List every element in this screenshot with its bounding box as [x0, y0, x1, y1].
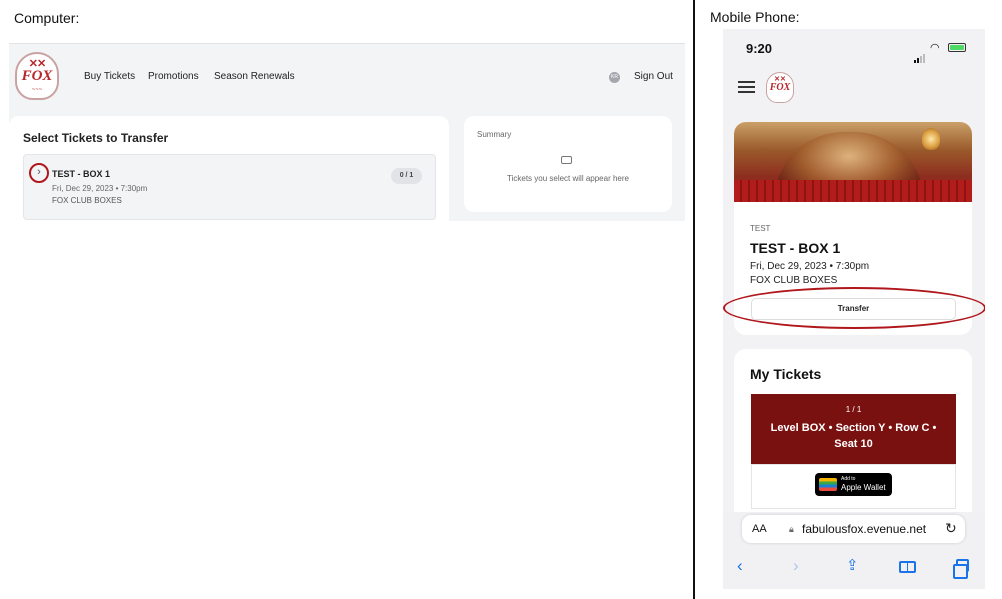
logo-wordmark: FOX — [21, 68, 53, 84]
event-name: TEST - BOX 1 — [52, 169, 111, 179]
sign-out-link[interactable]: Sign Out — [634, 71, 673, 82]
url-text[interactable]: fabulousfox.evenue.net — [802, 522, 926, 536]
wallet-icon — [819, 478, 837, 491]
select-tickets-card: Select Tickets to Transfer › TEST - BOX … — [9, 116, 449, 221]
tabs-icon[interactable] — [953, 559, 969, 579]
desktop-header: ✕✕ FOX ~~~ Buy Tickets Promotions Season… — [9, 44, 685, 104]
status-time: 9:20 — [746, 41, 773, 56]
logo-wordmark: FOX — [769, 82, 791, 93]
phone-view: 9:20 ◠ ✕✕ FOX TEST TEST - BOX 1 Fri, Dec… — [723, 29, 985, 589]
avatar[interactable]: KR — [609, 72, 620, 83]
nav-promotions[interactable]: Promotions — [148, 71, 199, 82]
ticket-wallet-area: Add to Apple Wallet — [751, 464, 956, 509]
event-tag: TEST — [750, 224, 771, 233]
desktop-view: ✕✕ FOX ~~~ Buy Tickets Promotions Season… — [9, 43, 685, 221]
ticket-count-badge: 0 / 1 — [391, 168, 422, 184]
browser-toolbar: ‹ › ⇪ — [723, 546, 985, 589]
my-tickets-title: My Tickets — [750, 366, 822, 382]
bookmarks-icon[interactable] — [899, 561, 916, 573]
event-row[interactable]: › TEST - BOX 1 Fri, Dec 29, 2023 • 7:30p… — [23, 154, 436, 220]
theater-image — [734, 122, 972, 202]
event-date: Fri, Dec 29, 2023 • 7:30pm — [750, 261, 870, 272]
fox-logo[interactable]: ✕✕ FOX ~~~ — [15, 52, 59, 100]
battery-icon — [948, 43, 966, 52]
highlight-oval — [723, 287, 985, 329]
event-venue: FOX CLUB BOXES — [750, 275, 838, 286]
divider — [693, 0, 695, 599]
summary-empty-text: Tickets you select will appear here — [507, 174, 629, 183]
hamburger-menu-icon[interactable] — [738, 81, 755, 96]
mobile-label: Mobile Phone: — [710, 9, 800, 25]
share-icon[interactable]: ⇪ — [846, 556, 859, 574]
wifi-icon: ◠ — [930, 42, 940, 54]
computer-label: Computer: — [14, 10, 80, 26]
nav-season-renewals[interactable]: Season Renewals — [214, 71, 295, 82]
summary-title: Summary — [477, 130, 512, 139]
nav-buy-tickets[interactable]: Buy Tickets — [84, 71, 135, 82]
summary-card: Summary Tickets you select will appear h… — [464, 116, 672, 212]
chevron-right-icon[interactable]: › — [29, 163, 49, 183]
event-venue: FOX CLUB BOXES — [52, 196, 122, 205]
browser-url-bar: AA 🔒︎ fabulousfox.evenue.net ↻ — [723, 512, 985, 546]
lock-icon: 🔒︎ — [789, 524, 794, 534]
event-title: TEST - BOX 1 — [750, 240, 841, 256]
select-tickets-title: Select Tickets to Transfer — [23, 131, 169, 145]
apple-wallet-button[interactable]: Add to Apple Wallet — [815, 473, 892, 496]
text-size-button[interactable]: AA — [752, 523, 767, 535]
address-field[interactable]: AA 🔒︎ fabulousfox.evenue.net ↻ — [742, 515, 965, 543]
ticket-icon — [561, 156, 572, 164]
event-date: Fri, Dec 29, 2023 • 7:30pm — [52, 184, 148, 193]
screenshot-canvas: Computer: Mobile Phone: ✕✕ FOX ~~~ Buy T… — [0, 0, 1002, 599]
wallet-small-label: Add to — [841, 476, 856, 482]
logo-script-icon: ~~~ — [31, 87, 43, 93]
ticket-card[interactable]: 1 / 1 Level BOX • Section Y • Row C • Se… — [751, 394, 956, 464]
wallet-big-label: Apple Wallet — [841, 483, 886, 492]
ticket-seat: Level BOX • Section Y • Row C • Seat 10 — [770, 422, 937, 450]
fox-logo-mobile[interactable]: ✕✕ FOX — [766, 72, 794, 103]
signal-icon — [914, 45, 926, 63]
forward-icon[interactable]: › — [793, 556, 799, 576]
ticket-count: 1 / 1 — [845, 405, 862, 414]
back-icon[interactable]: ‹ — [737, 556, 743, 576]
reload-icon[interactable]: ↻ — [945, 520, 957, 537]
